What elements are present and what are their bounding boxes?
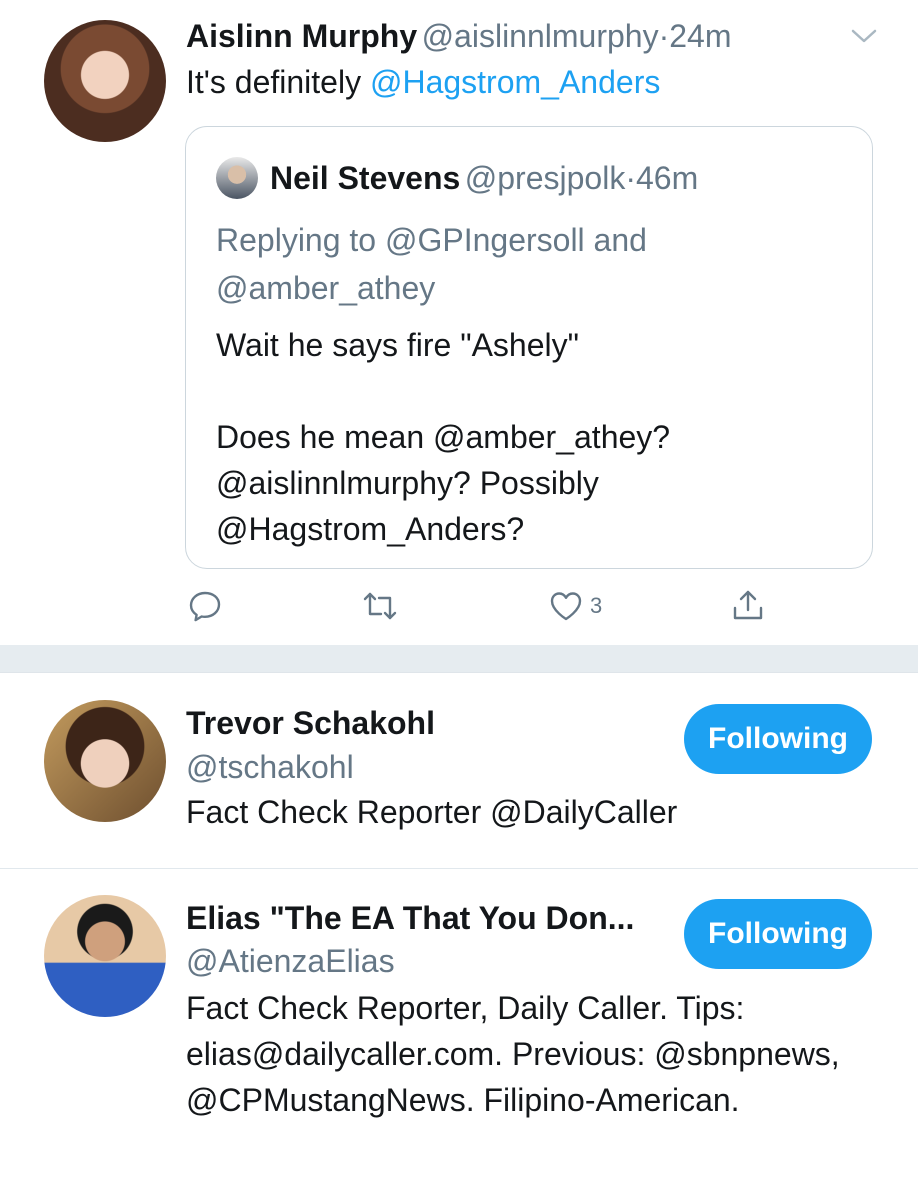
quoted-header: Neil Stevens @presjpolk·46m [270, 160, 698, 197]
mention-link[interactable]: @Hagstrom_Anders [370, 64, 660, 100]
user-handle[interactable]: @AtienzaElias [186, 943, 395, 980]
reply-icon [189, 591, 221, 622]
replying-to: Replying to @GPIngersoll and @amber_athe… [216, 222, 647, 306]
user-handle[interactable]: @tschakohl [186, 749, 354, 786]
retweet-button[interactable] [362, 588, 398, 624]
quoted-line: Wait he says fire "Ashely" [216, 327, 579, 363]
tweet-header: Aislinn Murphy @aislinnlmurphy·24m [186, 18, 731, 55]
reply-button[interactable] [187, 588, 223, 624]
user-row[interactable]: Elias "The EA That You Don... @AtienzaEl… [0, 869, 918, 1200]
user-bio: Fact Check Reporter @DailyCaller [186, 794, 678, 830]
tweet-text-prefix: It's definitely [186, 64, 370, 100]
heart-icon [550, 592, 582, 621]
user-bio: Fact Check Reporter, Daily Caller. Tips:… [186, 990, 840, 1118]
like-count: 3 [590, 593, 603, 618]
user-row[interactable]: Trevor Schakohl @tschakohl Fact Check Re… [0, 673, 918, 868]
user-name[interactable]: Elias "The EA That You Don... [186, 900, 634, 937]
dot-separator: · [625, 160, 636, 196]
retweet-icon [363, 592, 397, 620]
quoted-author-name: Neil Stevens [270, 160, 461, 196]
share-icon [733, 590, 763, 620]
following-button[interactable]: Following [684, 704, 872, 774]
tweet-actions: 3 [0, 588, 918, 628]
chevron-down-icon[interactable] [850, 26, 878, 46]
quoted-line: @aislinnlmurphy? Possibly [216, 465, 599, 501]
quoted-timestamp: 46m [635, 160, 699, 196]
quoted-line: @Hagstrom_Anders? [216, 511, 525, 547]
quoted-avatar [216, 157, 258, 199]
avatar[interactable] [44, 20, 166, 142]
author-name[interactable]: Aislinn Murphy [186, 18, 417, 54]
quoted-author-handle: @presjpolk [464, 160, 626, 196]
quoted-text: Wait he says fire "Ashely" Does he mean … [216, 322, 836, 552]
quoted-line: Does he mean @amber_athey? [216, 419, 671, 455]
tweet-text: It's definitely @Hagstrom_Anders [186, 64, 660, 101]
tweet[interactable]: Aislinn Murphy @aislinnlmurphy·24m It's … [0, 0, 918, 645]
timestamp[interactable]: 24m [669, 18, 731, 54]
share-button[interactable] [730, 588, 766, 624]
dot-separator: · [658, 18, 670, 54]
like-button[interactable]: 3 [548, 588, 602, 624]
avatar[interactable] [44, 895, 166, 1017]
author-handle[interactable]: @aislinnlmurphy [422, 18, 659, 54]
avatar[interactable] [44, 700, 166, 822]
section-divider [0, 645, 918, 673]
following-button[interactable]: Following [684, 899, 872, 969]
user-name[interactable]: Trevor Schakohl [186, 705, 435, 742]
